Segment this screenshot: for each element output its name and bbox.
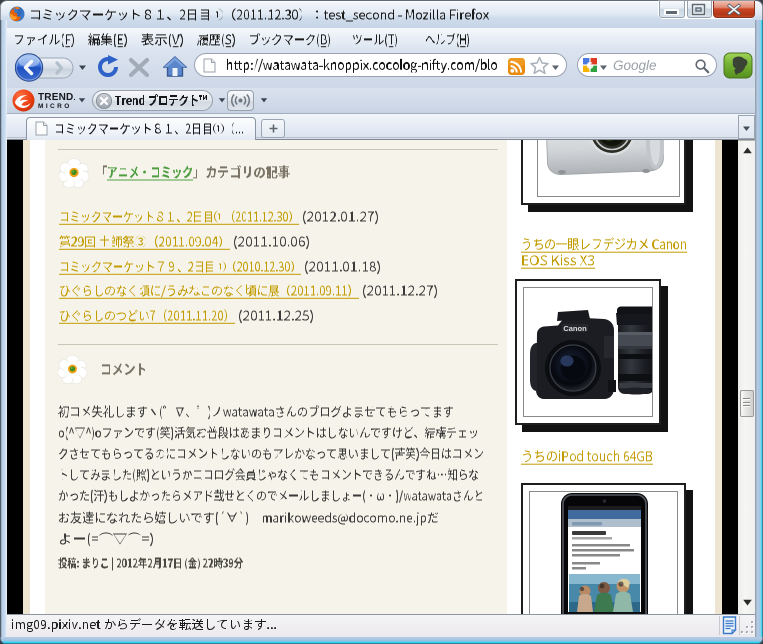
svg-text:Canon: Canon [563, 324, 587, 333]
